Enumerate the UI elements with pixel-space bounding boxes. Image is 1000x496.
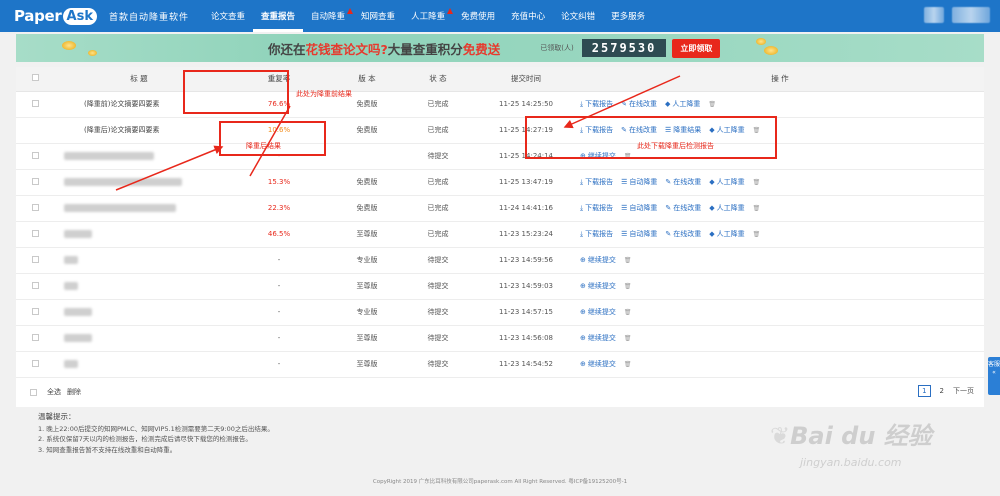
arrow-to-download [563,75,681,129]
arrow-to-after [115,145,224,191]
arrow-to-before [249,105,291,177]
annotation-arrows [115,75,681,191]
